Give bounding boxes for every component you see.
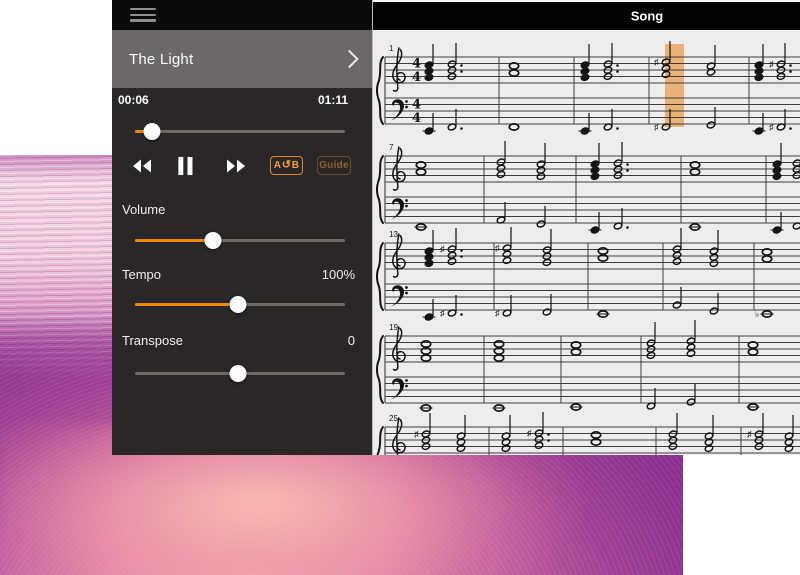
svg-text:1: 1 bbox=[389, 44, 394, 53]
svg-text:♯: ♯ bbox=[654, 122, 659, 132]
svg-text:4: 4 bbox=[412, 111, 421, 126]
tempo-fill bbox=[135, 303, 238, 307]
volume-row: Volume bbox=[122, 202, 355, 217]
sheet-music-canvas[interactable]: 14444♯♯♯♯713♯♯♯♯♭1925♯♯♯ bbox=[373, 30, 800, 455]
svg-text:7: 7 bbox=[389, 143, 394, 152]
svg-text:♯: ♯ bbox=[440, 308, 445, 318]
chevron-right-icon bbox=[340, 50, 358, 68]
svg-text:19: 19 bbox=[389, 323, 398, 332]
volume-thumb[interactable] bbox=[204, 232, 221, 249]
elapsed-time: 00:06 bbox=[118, 93, 149, 107]
volume-label: Volume bbox=[122, 202, 165, 217]
menu-icon[interactable] bbox=[130, 8, 156, 22]
transpose-thumb[interactable] bbox=[229, 365, 246, 382]
transpose-label: Transpose bbox=[122, 333, 183, 348]
ab-repeat-loop-icon: ↺ bbox=[282, 160, 292, 171]
sheet-panel: Song 14444♯♯♯♯713♯♯♯♯♭1925♯♯♯ bbox=[372, 0, 800, 455]
svg-text:♯: ♯ bbox=[495, 243, 500, 253]
svg-text:♯: ♯ bbox=[769, 59, 774, 69]
volume-slider[interactable] bbox=[135, 231, 345, 249]
svg-text:♯: ♯ bbox=[747, 429, 752, 439]
tempo-value: 100% bbox=[322, 267, 355, 282]
guide-button[interactable]: Guide bbox=[317, 156, 351, 175]
app-window: The Light 00:06 01:11 A ↺ B bbox=[112, 0, 800, 455]
svg-text:♯: ♯ bbox=[440, 244, 445, 254]
svg-text:♯: ♯ bbox=[769, 122, 774, 132]
tempo-row: Tempo 100% bbox=[122, 267, 355, 282]
svg-text:♯: ♯ bbox=[414, 429, 419, 439]
playback-position-highlight bbox=[665, 44, 684, 127]
svg-text:♭: ♭ bbox=[755, 309, 759, 319]
total-time: 01:11 bbox=[318, 93, 348, 107]
player-top-bar bbox=[112, 0, 372, 30]
time-row: 00:06 01:11 bbox=[118, 93, 348, 107]
tempo-label: Tempo bbox=[122, 267, 161, 282]
player-panel: The Light 00:06 01:11 A ↺ B bbox=[112, 0, 372, 455]
progress-track[interactable] bbox=[135, 130, 345, 133]
song-title: The Light bbox=[129, 51, 193, 68]
tempo-thumb[interactable] bbox=[229, 296, 246, 313]
pause-button[interactable] bbox=[177, 156, 194, 176]
ab-repeat-button[interactable]: A ↺ B bbox=[270, 156, 303, 175]
svg-text:4: 4 bbox=[412, 70, 421, 85]
progress-thumb[interactable] bbox=[143, 123, 160, 140]
transpose-value: 0 bbox=[348, 333, 355, 348]
svg-text:13: 13 bbox=[389, 230, 398, 239]
sheet-header-title: Song bbox=[631, 9, 664, 24]
svg-text:♯: ♯ bbox=[527, 428, 532, 438]
volume-fill bbox=[135, 239, 213, 243]
svg-text:25: 25 bbox=[389, 414, 398, 423]
svg-text:♯: ♯ bbox=[654, 57, 659, 67]
svg-text:♯: ♯ bbox=[495, 308, 500, 318]
transpose-fill bbox=[135, 372, 238, 376]
tempo-slider[interactable] bbox=[135, 295, 345, 313]
fast-forward-button[interactable] bbox=[226, 156, 246, 176]
rewind-button[interactable] bbox=[132, 156, 152, 176]
sheet-header: Song bbox=[373, 0, 800, 30]
guide-label: Guide bbox=[319, 160, 349, 171]
transpose-row: Transpose 0 bbox=[122, 333, 355, 348]
ab-repeat-a-label: A bbox=[274, 160, 282, 171]
transpose-slider[interactable] bbox=[135, 364, 345, 382]
song-selector-row[interactable]: The Light bbox=[112, 30, 372, 88]
progress-slider[interactable] bbox=[135, 122, 345, 140]
ab-repeat-b-label: B bbox=[292, 160, 300, 171]
